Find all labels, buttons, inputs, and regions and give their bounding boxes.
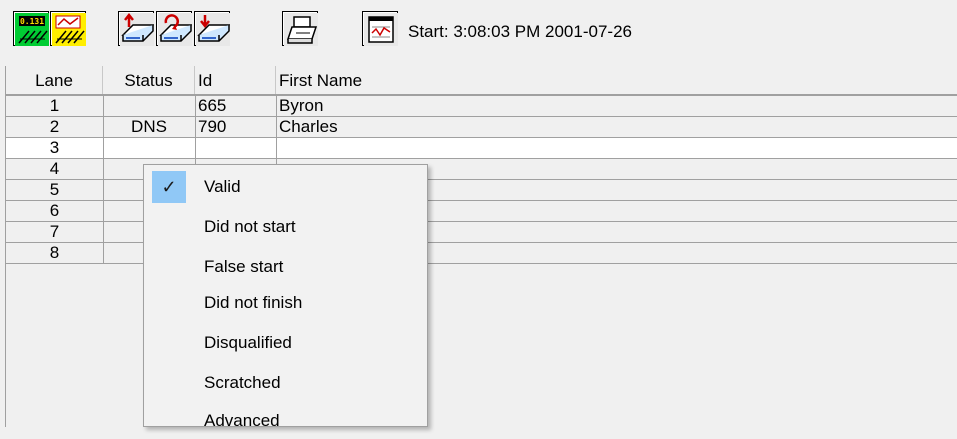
id-cell[interactable]: 665 [195,95,276,116]
column-header-first-name[interactable]: First Name [276,66,957,95]
first-name-cell[interactable]: Byron [276,95,957,116]
lane-cell: 1 [49,96,60,115]
column-divider [103,95,104,264]
lane-cell: 2 [49,117,60,136]
menu-item-label: False start [204,257,284,276]
table-row-selected[interactable]: 3 [6,137,957,158]
results-chart-icon [52,13,86,46]
menu-item-label: Scratched [204,373,281,392]
app-window: 0.131 Start: 3:08:03 PM 2001-07-26 Lane … [0,0,957,430]
lane-cell: 8 [49,243,60,262]
upload-button[interactable] [118,11,154,46]
lane-cell: 4 [49,159,60,178]
id-cell[interactable] [195,137,276,158]
check-icon: ✓ [152,171,186,203]
menu-item-disqualified[interactable]: Disqualified [146,325,425,361]
refresh-icon [158,13,192,46]
menu-item-advanced[interactable]: Advanced [146,403,425,439]
menu-item-label: Did not start [204,217,296,236]
toolbar: 0.131 Start: 3:08:03 PM 2001-07-26 [0,0,957,64]
lane-cell: 5 [49,180,60,199]
menu-item-valid[interactable]: ✓ Valid [146,169,425,205]
menu-item-label: Advanced [204,411,280,430]
first-name-cell[interactable]: Charles [276,116,957,137]
print-button[interactable] [282,11,318,46]
menu-item-false-start[interactable]: False start [146,249,425,285]
download-icon [196,13,230,46]
status-cell[interactable]: DNS [103,116,195,137]
id-cell[interactable]: 790 [195,116,276,137]
menu-item-label: Disqualified [204,333,292,352]
start-time-label: Start: 3:08:03 PM 2001-07-26 [408,22,632,41]
lane-cell: 7 [49,222,60,241]
download-button[interactable] [194,11,230,46]
refresh-button[interactable] [156,11,192,46]
upload-icon [120,13,154,46]
menu-item-did-not-start[interactable]: Did not start [146,209,425,245]
timing-display-icon: 0.131 [15,13,49,46]
table-row[interactable]: 2 DNS 790 Charles [6,116,957,137]
menu-item-scratched[interactable]: Scratched [146,365,425,401]
menu-item-did-not-finish[interactable]: Did not finish [146,285,425,321]
lane-cell: 3 [49,138,60,157]
graph-window-button[interactable] [362,11,398,46]
lane-cell: 6 [49,201,60,220]
column-header-id[interactable]: Id [195,66,276,95]
table-row[interactable]: 1 665 Byron [6,95,957,116]
menu-item-label: Valid [204,177,241,196]
svg-text:0.131: 0.131 [20,17,44,26]
graph-window-icon [364,13,398,46]
menu-item-label: Did not finish [204,293,303,312]
column-header-status[interactable]: Status [103,66,195,95]
results-chart-button[interactable] [50,11,86,46]
status-cell[interactable] [103,95,195,116]
timing-display-button[interactable]: 0.131 [13,11,49,46]
first-name-cell[interactable] [276,137,957,158]
print-icon [284,13,318,46]
status-cell[interactable] [103,137,195,158]
column-header-lane[interactable]: Lane [6,66,103,95]
status-context-menu: ✓ Valid Did not start False start Did no… [143,164,428,430]
